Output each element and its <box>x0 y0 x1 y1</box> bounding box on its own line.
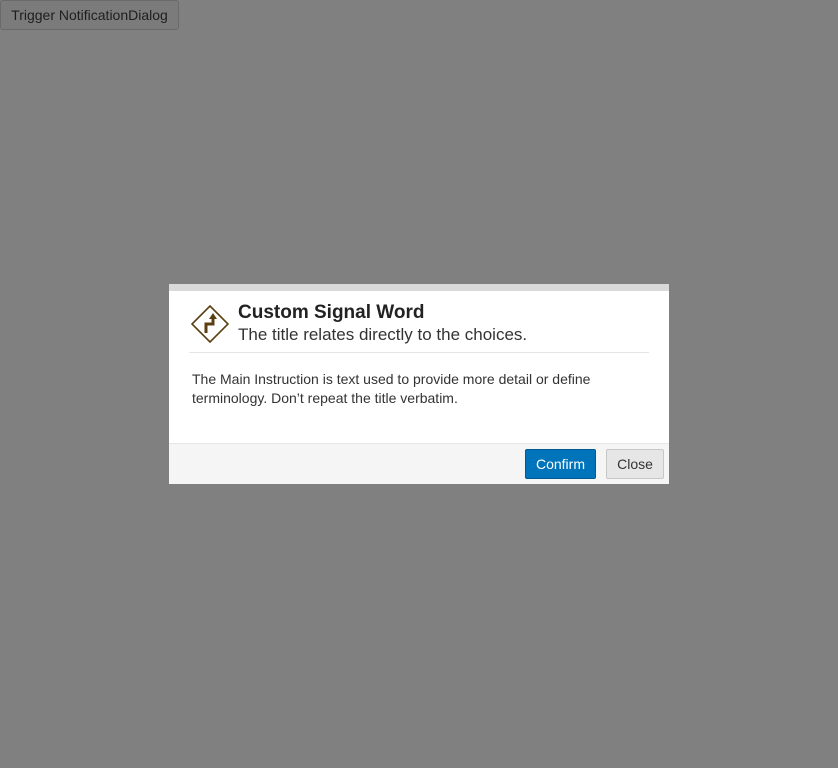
dialog-main-instruction: The Main Instruction is text used to pro… <box>192 371 591 406</box>
sharp-turn-road-sign-icon <box>191 305 229 343</box>
confirm-button[interactable]: Confirm <box>525 449 596 479</box>
dialog-subtitle: The title relates directly to the choice… <box>238 325 528 344</box>
dialog-top-bar <box>169 284 669 291</box>
dialog-header: Custom Signal Word The title relates dir… <box>189 291 649 353</box>
dialog-footer: Confirm Close <box>169 443 669 484</box>
close-button[interactable]: Close <box>606 449 664 479</box>
notification-dialog: Custom Signal Word The title relates dir… <box>169 284 669 484</box>
dialog-title: Custom Signal Word <box>238 302 425 323</box>
trigger-notification-dialog-button[interactable]: Trigger NotificationDialog <box>0 0 179 30</box>
page-backdrop: Trigger NotificationDialog Custom Signal… <box>0 0 838 768</box>
